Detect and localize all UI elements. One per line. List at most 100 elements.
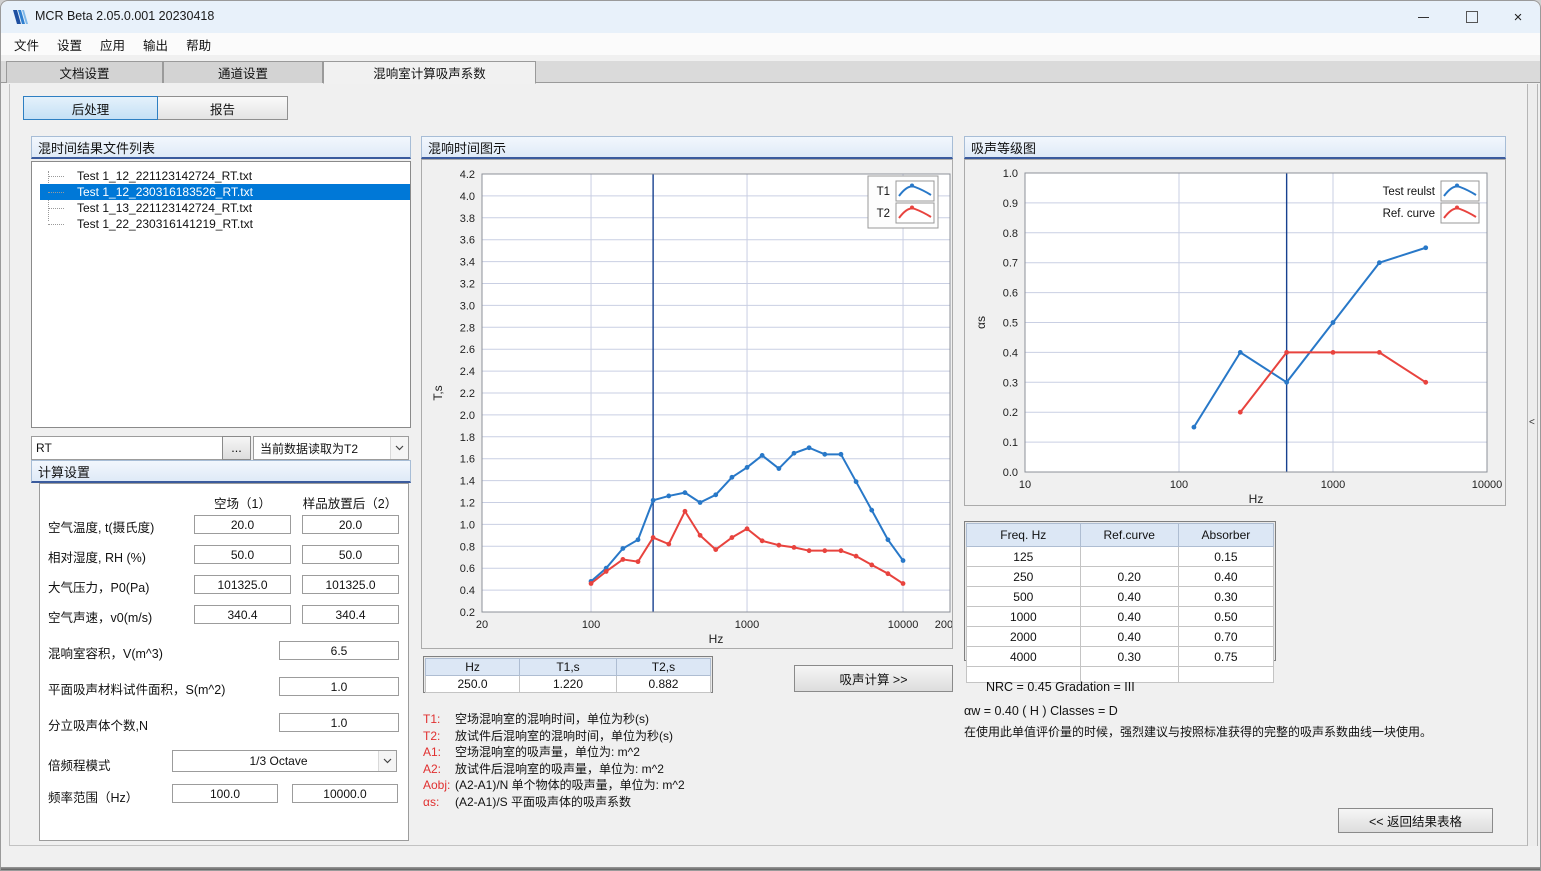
svg-text:1.4: 1.4 xyxy=(460,476,475,488)
sample-area-field[interactable] xyxy=(279,677,399,696)
note-text-t1: 空场混响室的混响时间，单位为秒(s) xyxy=(455,711,649,728)
file-list-header: 混时间结果文件列表 xyxy=(31,136,411,159)
air-temp-field-1[interactable] xyxy=(194,515,291,534)
file-item-selected[interactable]: Test 1_12_230316183526_RT.txt xyxy=(40,184,410,200)
file-item[interactable]: Test 1_22_230316141219_RT.txt xyxy=(40,216,410,232)
cell-abs: 0.70 xyxy=(1178,627,1273,647)
file-item[interactable]: Test 1_13_221123142724_RT.txt xyxy=(40,200,410,216)
cell-ref xyxy=(1080,547,1178,567)
menu-settings[interactable]: 设置 xyxy=(48,33,91,56)
rt-name-input[interactable] xyxy=(31,436,223,460)
cell-freq: 250 xyxy=(967,567,1081,587)
window-bottom-edge xyxy=(1,867,1540,871)
svg-text:1.6: 1.6 xyxy=(460,454,475,466)
absorption-calc-button[interactable]: 吸声计算 >> xyxy=(794,665,953,692)
svg-text:1000: 1000 xyxy=(735,619,759,631)
table-row[interactable]: 10000.400.50 xyxy=(967,607,1274,627)
svg-text:0.8: 0.8 xyxy=(460,541,475,553)
humidity-field-1[interactable] xyxy=(194,545,291,564)
rt-table-row[interactable]: 250.0 1.220 0.882 xyxy=(426,676,711,693)
cell-freq: 125 xyxy=(967,547,1081,567)
menu-application[interactable]: 应用 xyxy=(91,33,134,56)
svg-text:10000: 10000 xyxy=(1472,479,1503,491)
room-volume-field[interactable] xyxy=(279,641,399,660)
svg-text:20000: 20000 xyxy=(935,619,952,631)
svg-text:3.0: 3.0 xyxy=(460,300,475,312)
octave-mode-value: 1/3 Octave xyxy=(173,754,378,768)
table-row[interactable]: 40000.300.75 xyxy=(967,647,1274,667)
note-text-a1: 空场混响室的吸声量，单位为: m^2 xyxy=(455,744,640,761)
panel-splitter[interactable]: < xyxy=(1527,84,1538,846)
subtab-report[interactable]: 报告 xyxy=(157,96,288,120)
close-icon: × xyxy=(1514,10,1523,25)
tab-document-settings[interactable]: 文档设置 xyxy=(6,61,163,83)
svg-text:0.2: 0.2 xyxy=(460,607,475,619)
cell-ref: 0.40 xyxy=(1080,587,1178,607)
octave-mode-label: 倍频程模式 xyxy=(48,755,111,774)
data-read-combobox[interactable]: 当前数据读取为T2 xyxy=(253,436,409,460)
aw-result-text: αw = 0.40 ( H ) Classes = D xyxy=(964,704,1118,718)
window-title: MCR Beta 2.05.0.001 20230418 xyxy=(35,9,214,23)
calc-settings-header: 计算设置 xyxy=(31,460,411,483)
file-listbox[interactable]: Test 1_12_221123142724_RT.txt Test 1_12_… xyxy=(31,161,411,428)
freq-min-field[interactable] xyxy=(172,784,278,803)
octave-mode-combobox[interactable]: 1/3 Octave xyxy=(172,750,397,772)
svg-text:100: 100 xyxy=(582,619,600,631)
table-row[interactable]: 1250.15 xyxy=(967,547,1274,567)
svg-text:0.7: 0.7 xyxy=(1003,258,1018,270)
minimize-icon xyxy=(1418,17,1429,18)
cell-freq: 500 xyxy=(967,587,1081,607)
sound-speed-field-2[interactable] xyxy=(302,605,399,624)
browse-button[interactable]: ... xyxy=(222,436,251,460)
menu-help[interactable]: 帮助 xyxy=(177,33,220,56)
cell-abs: 0.50 xyxy=(1178,607,1273,627)
maximize-button[interactable] xyxy=(1449,1,1495,33)
svg-text:10: 10 xyxy=(1019,479,1031,491)
grade-table: Freq. Hz Ref.curve Absorber 1250.15 2500… xyxy=(964,521,1276,661)
svg-text:3.6: 3.6 xyxy=(460,235,475,247)
menu-output[interactable]: 输出 xyxy=(134,33,177,56)
table-row[interactable]: 5000.400.30 xyxy=(967,587,1274,607)
svg-text:Hz: Hz xyxy=(709,632,724,646)
menu-file[interactable]: 文件 xyxy=(5,33,48,56)
table-row[interactable]: 20000.400.70 xyxy=(967,627,1274,647)
svg-text:Hz: Hz xyxy=(1249,492,1264,505)
col-header-empty-room: 空场（1） xyxy=(194,493,291,512)
cell-freq: 4000 xyxy=(967,647,1081,667)
svg-text:0.1: 0.1 xyxy=(1003,437,1018,449)
nrc-result-text: NRC = 0.45 Gradation = III xyxy=(986,680,1135,694)
back-to-results-button[interactable]: << 返回结果表格 xyxy=(1338,808,1493,833)
freq-max-field[interactable] xyxy=(292,784,398,803)
svg-text:0.2: 0.2 xyxy=(1003,407,1018,419)
humidity-field-2[interactable] xyxy=(302,545,399,564)
pressure-field-1[interactable] xyxy=(194,575,291,594)
file-item[interactable]: Test 1_12_221123142724_RT.txt xyxy=(40,168,410,184)
note-text-aobj: (A2-A1)/N 单个物体的吸声量，单位为: m^2 xyxy=(455,777,685,794)
cell-abs: 0.75 xyxy=(1178,647,1273,667)
air-temp-field-2[interactable] xyxy=(302,515,399,534)
tab-channel-settings[interactable]: 通道设置 xyxy=(163,61,323,83)
rt-chart-header: 混响时间图示 xyxy=(421,136,953,159)
tab-reverb-absorption[interactable]: 混响室计算吸声系数 xyxy=(323,61,536,84)
sound-speed-field-1[interactable] xyxy=(194,605,291,624)
collapse-left-icon: < xyxy=(1529,417,1535,428)
close-button[interactable]: × xyxy=(1495,1,1541,33)
sound-speed-label: 空气声速，v0(m/s) xyxy=(48,607,152,626)
svg-text:20: 20 xyxy=(476,619,488,631)
cell-ref: 0.40 xyxy=(1080,607,1178,627)
air-temp-label: 空气温度, t(摄氏度) xyxy=(48,517,154,536)
rt-table-cell-hz: 250.0 xyxy=(426,676,520,693)
svg-text:2.8: 2.8 xyxy=(460,322,475,334)
pressure-field-2[interactable] xyxy=(302,575,399,594)
table-row[interactable]: 2500.200.40 xyxy=(967,567,1274,587)
grade-header-abs: Absorber xyxy=(1178,524,1273,547)
absorber-count-field[interactable] xyxy=(279,713,399,732)
pressure-label: 大气压力，P0(Pa) xyxy=(48,577,149,596)
svg-text:T,s: T,s xyxy=(431,385,445,400)
svg-text:3.2: 3.2 xyxy=(460,279,475,291)
rt-table-cell-t1: 1.220 xyxy=(520,676,617,693)
app-window: MCR Beta 2.05.0.001 20230418 × 文件 设置 应用 … xyxy=(0,0,1541,871)
svg-text:0.4: 0.4 xyxy=(460,585,475,597)
minimize-button[interactable] xyxy=(1400,1,1446,33)
subtab-postprocess[interactable]: 后处理 xyxy=(23,96,158,120)
